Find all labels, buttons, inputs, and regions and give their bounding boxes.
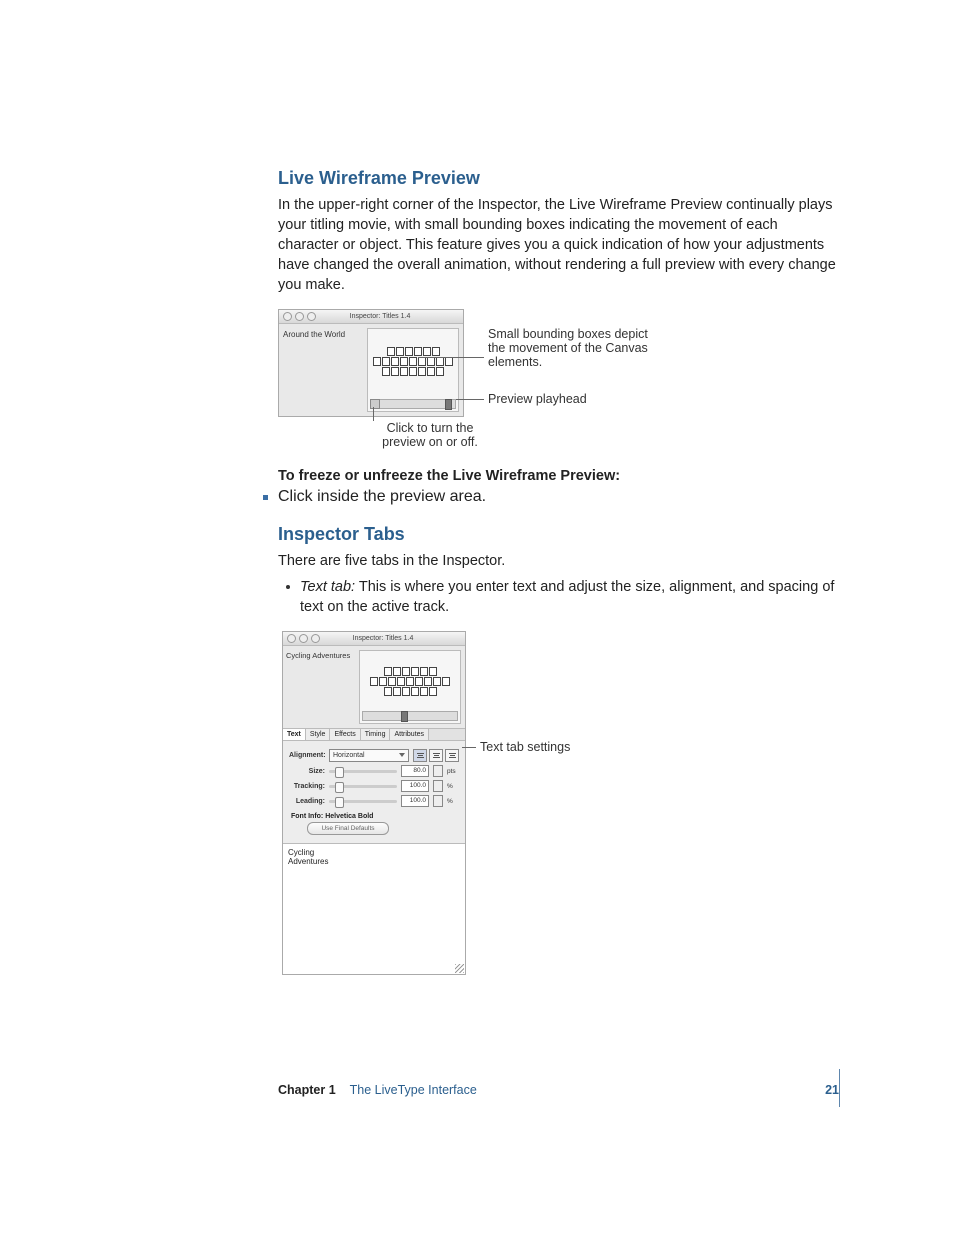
inspector-window-1: Inspector: Titles 1.4 Around the World <box>278 309 464 417</box>
tab-effects[interactable]: Effects <box>330 729 360 740</box>
resize-grip-icon[interactable] <box>455 964 464 973</box>
size-value[interactable]: 80.0 <box>401 765 429 777</box>
leading-stepper[interactable] <box>433 795 443 807</box>
footer-title: The LiveType Interface <box>350 1083 477 1097</box>
heading-live-wireframe: Live Wireframe Preview <box>278 168 839 189</box>
callout-bounding-boxes: Small bounding boxes depict the movement… <box>488 327 648 369</box>
track-text-1: Around the World <box>279 324 367 416</box>
align-right-button[interactable] <box>445 749 459 762</box>
footer-page-number: 21 <box>825 1083 839 1097</box>
close-icon[interactable] <box>287 634 296 643</box>
playhead-track[interactable] <box>370 399 456 409</box>
callout-text-settings: Text tab settings <box>480 740 570 754</box>
tab-style[interactable]: Style <box>306 729 331 740</box>
window-title-2: Inspector: Titles 1.4 <box>305 635 461 642</box>
tracking-value[interactable]: 100.0 <box>401 780 429 792</box>
leading-value[interactable]: 100.0 <box>401 795 429 807</box>
size-unit: pts <box>447 768 459 775</box>
bullet-dot-icon <box>286 585 290 589</box>
callout-line <box>462 747 476 748</box>
bullet-label: Text tab: <box>300 579 355 595</box>
instruction-step: Click inside the preview area. <box>278 488 486 506</box>
page-footer: Chapter 1 The LiveType Interface 21 <box>278 1083 839 1097</box>
size-label: Size: <box>289 768 325 775</box>
callout-line <box>456 399 484 400</box>
titlebar-1: Inspector: Titles 1.4 <box>279 310 463 324</box>
tab-timing[interactable]: Timing <box>361 729 391 740</box>
wireframe-preview-2[interactable] <box>359 650 461 724</box>
inspector-tabs-intro: There are five tabs in the Inspector. <box>278 551 839 571</box>
leading-unit: % <box>447 798 459 805</box>
alignment-label: Alignment: <box>289 752 325 759</box>
callout-toggle: Click to turn the preview on or off. <box>370 421 490 449</box>
titlebar-2: Inspector: Titles 1.4 <box>283 632 465 646</box>
playhead-track-2[interactable] <box>362 711 458 721</box>
bounding-boxes-icon <box>373 347 453 376</box>
leading-label: Leading: <box>289 798 325 805</box>
bullet-icon <box>263 495 268 500</box>
text-tab-panel: Alignment: Horizontal Size: 80.0 pts <box>283 741 465 843</box>
text-entry-area[interactable]: Cycling Adventures <box>283 843 465 974</box>
text-tab-bullet: Text tab: This is where you enter text a… <box>300 577 839 617</box>
tab-text[interactable]: Text <box>283 729 306 740</box>
playhead-icon[interactable] <box>401 711 408 722</box>
bounding-boxes-icon <box>370 667 450 696</box>
use-defaults-button[interactable]: Use Final Defaults <box>307 822 389 835</box>
size-stepper[interactable] <box>433 765 443 777</box>
tracking-slider[interactable] <box>329 785 397 788</box>
instruction-heading: To freeze or unfreeze the Live Wireframe… <box>278 468 839 484</box>
tab-attributes[interactable]: Attributes <box>390 729 429 740</box>
bullet-body: This is where you enter text and adjust … <box>300 579 834 615</box>
font-info-label: Font Info: Helvetica Bold <box>291 813 459 820</box>
align-center-button[interactable] <box>429 749 443 762</box>
tracking-unit: % <box>447 783 459 790</box>
footer-chapter: Chapter 1 <box>278 1083 336 1097</box>
footer-divider <box>839 1069 840 1107</box>
leading-slider[interactable] <box>329 800 397 803</box>
preview-toggle-button[interactable] <box>370 399 380 409</box>
inspector-window-2: Inspector: Titles 1.4 Cycling Adventures… <box>282 631 466 975</box>
callout-line <box>373 407 374 421</box>
close-icon[interactable] <box>283 312 292 321</box>
paragraph-wireframe: In the upper-right corner of the Inspect… <box>278 195 839 295</box>
align-left-button[interactable] <box>413 749 427 762</box>
window-title-1: Inspector: Titles 1.4 <box>301 313 459 320</box>
figure-wireframe-preview: Inspector: Titles 1.4 Around the World <box>278 309 838 454</box>
wireframe-preview-area[interactable] <box>367 328 459 412</box>
tracking-label: Tracking: <box>289 783 325 790</box>
playhead-icon[interactable] <box>445 399 452 410</box>
track-text-2: Cycling Adventures <box>283 646 359 728</box>
figure-text-tab: Inspector: Titles 1.4 Cycling Adventures… <box>282 631 842 951</box>
tracking-stepper[interactable] <box>433 780 443 792</box>
callout-playhead: Preview playhead <box>488 392 587 406</box>
alignment-dropdown[interactable]: Horizontal <box>329 749 409 762</box>
tab-bar: Text Style Effects Timing Attributes <box>283 728 465 741</box>
size-slider[interactable] <box>329 770 397 773</box>
callout-line <box>418 357 484 358</box>
heading-inspector-tabs: Inspector Tabs <box>278 524 839 545</box>
